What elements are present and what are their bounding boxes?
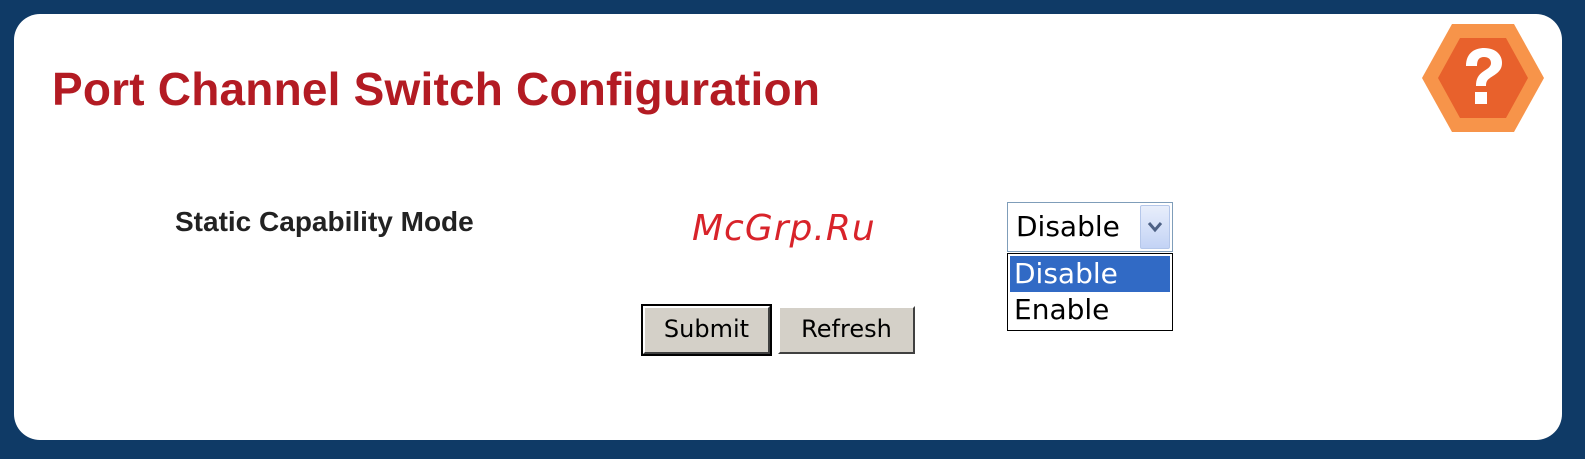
page-title: Port Channel Switch Configuration [52, 63, 821, 115]
watermark: McGrp.Ru [692, 208, 876, 249]
option-enable[interactable]: Enable [1010, 292, 1170, 328]
help-question-icon[interactable] [1420, 22, 1546, 134]
static-capability-mode-label: Static Capability Mode [175, 206, 474, 237]
static-capability-mode-select[interactable]: Disable [1007, 202, 1173, 252]
refresh-button[interactable]: Refresh [778, 306, 915, 354]
select-current-value: Disable [1016, 210, 1120, 243]
select-options-list: Disable Enable [1007, 253, 1173, 331]
select-dropdown-button[interactable] [1140, 205, 1170, 249]
submit-button[interactable]: Submit [641, 304, 772, 356]
content-panel: Port Channel Switch Configuration Static… [14, 14, 1562, 440]
option-disable[interactable]: Disable [1010, 256, 1170, 292]
